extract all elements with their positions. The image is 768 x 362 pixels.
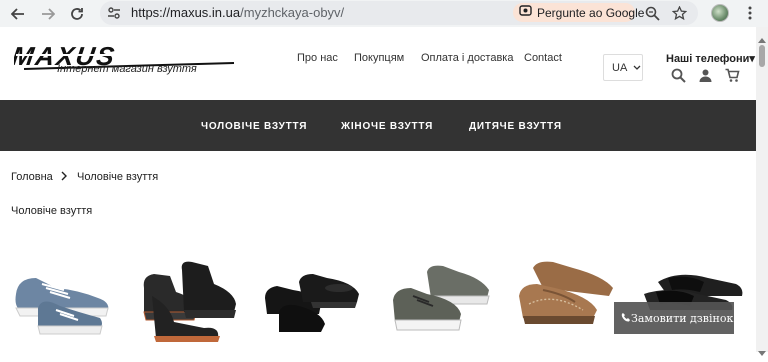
nav-buyers[interactable]: Покупцям: [354, 52, 404, 64]
profile-avatar[interactable]: [711, 4, 729, 22]
zoom-icon[interactable]: [643, 4, 661, 22]
site-header: MAXUS Інтернет магазин взуття Про нас По…: [0, 27, 756, 100]
product-card[interactable]: [134, 248, 242, 348]
call-button-label: Замовити дзвінок: [631, 311, 734, 325]
product-card[interactable]: [8, 248, 116, 348]
language-value: UA: [612, 61, 628, 74]
phones-label: Наші телефони: [666, 53, 750, 65]
call-back-button[interactable]: Замовити дзвінок: [614, 302, 734, 334]
product-card[interactable]: [259, 248, 367, 348]
browser-toolbar: https://maxus.in.ua/myzhckaya-obyv/ Perg…: [0, 0, 768, 27]
category-men[interactable]: ЧОЛОВІЧЕ ВЗУТТЯ: [201, 121, 307, 132]
caret-down-icon: ▾: [749, 53, 755, 65]
product-card[interactable]: [385, 248, 493, 348]
scroll-down-arrow-icon[interactable]: [758, 344, 766, 356]
user-icon[interactable]: [698, 68, 714, 84]
google-lens-icon: [519, 4, 532, 22]
tagline: Інтернет магазин взуття: [57, 63, 197, 75]
nav-about[interactable]: Про нас: [297, 52, 338, 64]
chevron-down-icon: [633, 63, 641, 73]
phones-dropdown[interactable]: Наші телефони▾: [666, 52, 755, 65]
url-text[interactable]: https://maxus.in.ua/myzhckaya-obyv/: [131, 5, 344, 20]
cart-icon[interactable]: [725, 68, 741, 84]
lens-label: Pergunte ao Google: [537, 5, 645, 20]
page-scrollbar[interactable]: [756, 27, 768, 352]
nav-payment-delivery[interactable]: Оплата і доставка: [421, 52, 513, 64]
category-bar: ЧОЛОВІЧЕ ВЗУТТЯ ЖІНОЧЕ ВЗУТТЯ ДИТЯЧЕ ВЗУ…: [0, 100, 756, 151]
product-image-grey-knit-sneakers[interactable]: [385, 248, 493, 348]
reload-icon[interactable]: [67, 4, 87, 24]
product-image-black-dress-shoes[interactable]: [259, 248, 367, 348]
breadcrumb-current: Чоловіче взуття: [77, 171, 159, 183]
bookmark-star-icon[interactable]: [670, 4, 688, 22]
product-card[interactable]: [513, 248, 621, 348]
menu-dots-icon[interactable]: [741, 4, 759, 22]
product-image-blue-sneakers[interactable]: [8, 248, 116, 348]
chevron-right-icon: [60, 171, 68, 184]
category-women[interactable]: ЖІНОЧЕ ВЗУТТЯ: [341, 121, 433, 132]
product-image-brown-moccasins[interactable]: [513, 248, 621, 348]
scrollbar-thumb[interactable]: [759, 45, 765, 67]
lens-ask-google-button[interactable]: Pergunte ao Google: [513, 3, 644, 22]
breadcrumb-home[interactable]: Головна: [11, 171, 53, 183]
url-path: /myzhckaya-obyv/: [240, 5, 345, 20]
product-image-black-boots[interactable]: [134, 248, 242, 348]
page-title: Чоловіче взуття: [11, 205, 93, 217]
url-host: https://maxus.in.ua: [131, 5, 241, 20]
scroll-up-arrow-icon[interactable]: [758, 30, 766, 43]
nav-contact[interactable]: Contact: [524, 52, 562, 64]
category-kids[interactable]: ДИТЯЧЕ ВЗУТТЯ: [469, 121, 562, 132]
search-icon[interactable]: [671, 68, 687, 84]
language-select[interactable]: UA: [603, 54, 643, 81]
back-arrow-icon[interactable]: [8, 4, 28, 24]
forward-arrow-icon[interactable]: [38, 4, 58, 24]
site-info-icon[interactable]: [106, 5, 122, 21]
phone-icon: [621, 312, 631, 325]
